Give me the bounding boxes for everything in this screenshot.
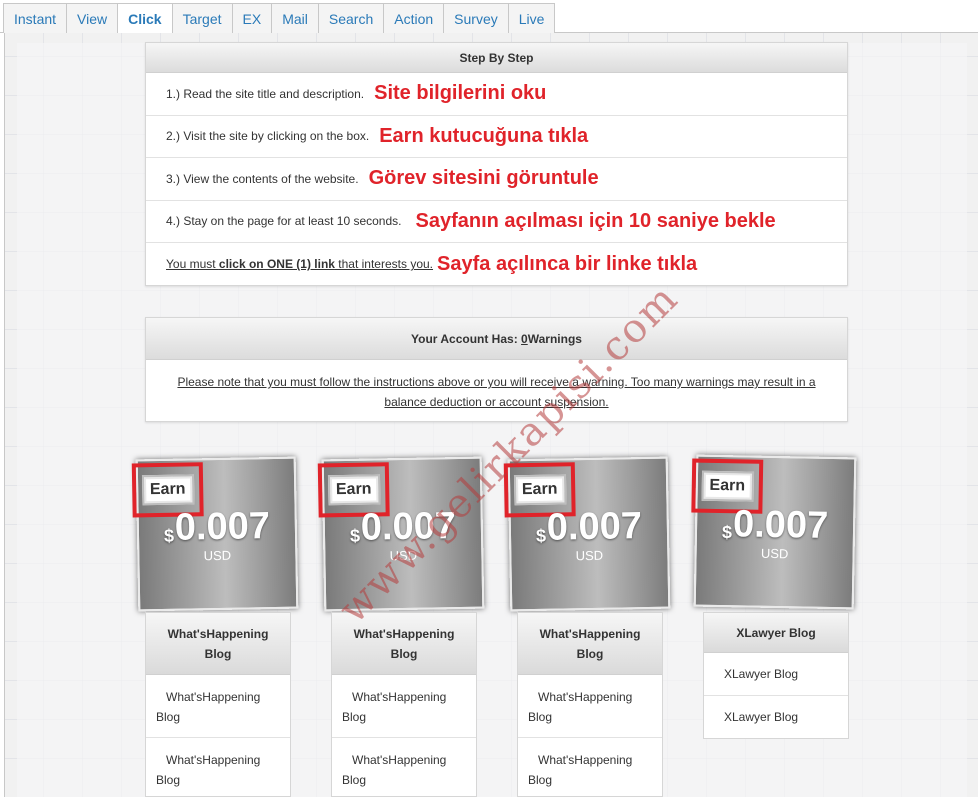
ad-title: What'sHappening Blog xyxy=(518,613,662,675)
earn-button[interactable]: Earn xyxy=(327,474,380,506)
ad-info-3: What'sHappening Blog What'sHappening Blo… xyxy=(517,612,663,797)
ad-card-3[interactable]: Earn $0.007 USD xyxy=(503,456,671,612)
earn-button[interactable]: Earn xyxy=(701,470,754,502)
tab-view[interactable]: View xyxy=(66,3,119,33)
ad-card-1[interactable]: Earn $0.007 USD xyxy=(131,456,299,612)
step-2-text: 2.) Visit the site by clicking on the bo… xyxy=(166,129,370,144)
ad-currency: USD xyxy=(575,547,604,564)
ad-price: $0.007 xyxy=(721,503,829,547)
step-2-annotation: Earn kutucuğuna tıkla xyxy=(379,124,589,147)
tab-ex[interactable]: EX xyxy=(231,3,273,33)
step-2: 2.) Visit the site by clicking on the bo… xyxy=(146,116,847,158)
ad-currency: USD xyxy=(760,545,789,562)
step-4: 4.) Stay on the page for at least 10 sec… xyxy=(146,201,847,243)
ad-card-2[interactable]: Earn $0.007 USD xyxy=(317,456,485,612)
tab-instant[interactable]: Instant xyxy=(3,3,68,33)
step-1-annotation: Site bilgilerini oku xyxy=(374,82,547,105)
ad-currency: USD xyxy=(203,547,232,564)
tab-live[interactable]: Live xyxy=(507,3,556,33)
tab-mail[interactable]: Mail xyxy=(271,3,319,33)
step-4-annotation: Sayfanın açılması için 10 saniye bekle xyxy=(415,209,776,232)
ad-link[interactable]: XLawyer Blog xyxy=(704,653,848,696)
tab-search[interactable]: Search xyxy=(317,3,385,33)
tab-target[interactable]: Target xyxy=(171,3,233,33)
step-3: 3.) View the contents of the website. Gö… xyxy=(146,158,847,201)
ad-info-2: What'sHappening Blog What'sHappening Blo… xyxy=(331,612,477,797)
step-5-annotation: Sayfa açılınca bir linke tıkla xyxy=(437,252,698,275)
warnings-title: Your Account Has: 0 Warnings xyxy=(146,318,847,360)
step-3-text: 3.) View the contents of the website. xyxy=(166,171,359,186)
step-5: You must click on ONE (1) link that inte… xyxy=(146,243,847,286)
warning-count: 0 xyxy=(521,331,528,346)
ad-info-1: What'sHappening Blog What'sHappening Blo… xyxy=(145,612,291,797)
ad-title: What'sHappening Blog xyxy=(332,613,476,675)
step-1-text: 1.) Read the site title and description. xyxy=(166,86,365,101)
ad-price: $0.007 xyxy=(163,505,271,549)
earn-button[interactable]: Earn xyxy=(141,474,194,506)
earn-button[interactable]: Earn xyxy=(513,474,566,506)
ad-title: XLawyer Blog xyxy=(704,613,848,653)
ad-link[interactable]: What'sHappening Blog xyxy=(518,738,662,797)
ad-price: $0.007 xyxy=(349,505,457,549)
step-by-step-panel: Step By Step 1.) Read the site title and… xyxy=(145,42,848,286)
step-3-annotation: Görev sitesini göruntule xyxy=(368,167,599,190)
step-5-text: You must click on ONE (1) link that inte… xyxy=(166,257,434,272)
ad-price: $0.007 xyxy=(535,505,643,549)
tab-click[interactable]: Click xyxy=(117,3,173,34)
tab-survey[interactable]: Survey xyxy=(443,3,509,33)
step-1: 1.) Read the site title and description.… xyxy=(146,73,847,116)
ad-link[interactable]: What'sHappening Blog xyxy=(332,675,476,738)
ad-link[interactable]: What'sHappening Blog xyxy=(146,738,290,797)
step-4-text: 4.) Stay on the page for at least 10 sec… xyxy=(166,214,402,229)
ad-info-4: XLawyer Blog XLawyer Blog XLawyer Blog xyxy=(703,612,849,739)
ad-link[interactable]: What'sHappening Blog xyxy=(146,675,290,738)
tab-bar: Instant View Click Target EX Mail Search… xyxy=(0,0,978,34)
step-by-step-title: Step By Step xyxy=(146,43,847,73)
ad-link[interactable]: What'sHappening Blog xyxy=(518,675,662,738)
ad-link[interactable]: XLawyer Blog xyxy=(704,696,848,739)
tab-action[interactable]: Action xyxy=(383,3,445,33)
warnings-panel: Your Account Has: 0 Warnings Please note… xyxy=(145,317,848,422)
ad-link[interactable]: What'sHappening Blog xyxy=(332,738,476,797)
warnings-note: Please note that you must follow the ins… xyxy=(177,375,816,409)
ad-card-4[interactable]: Earn $0.007 USD xyxy=(691,454,857,610)
ad-currency: USD xyxy=(389,547,418,564)
ad-title: What'sHappening Blog xyxy=(146,613,290,675)
